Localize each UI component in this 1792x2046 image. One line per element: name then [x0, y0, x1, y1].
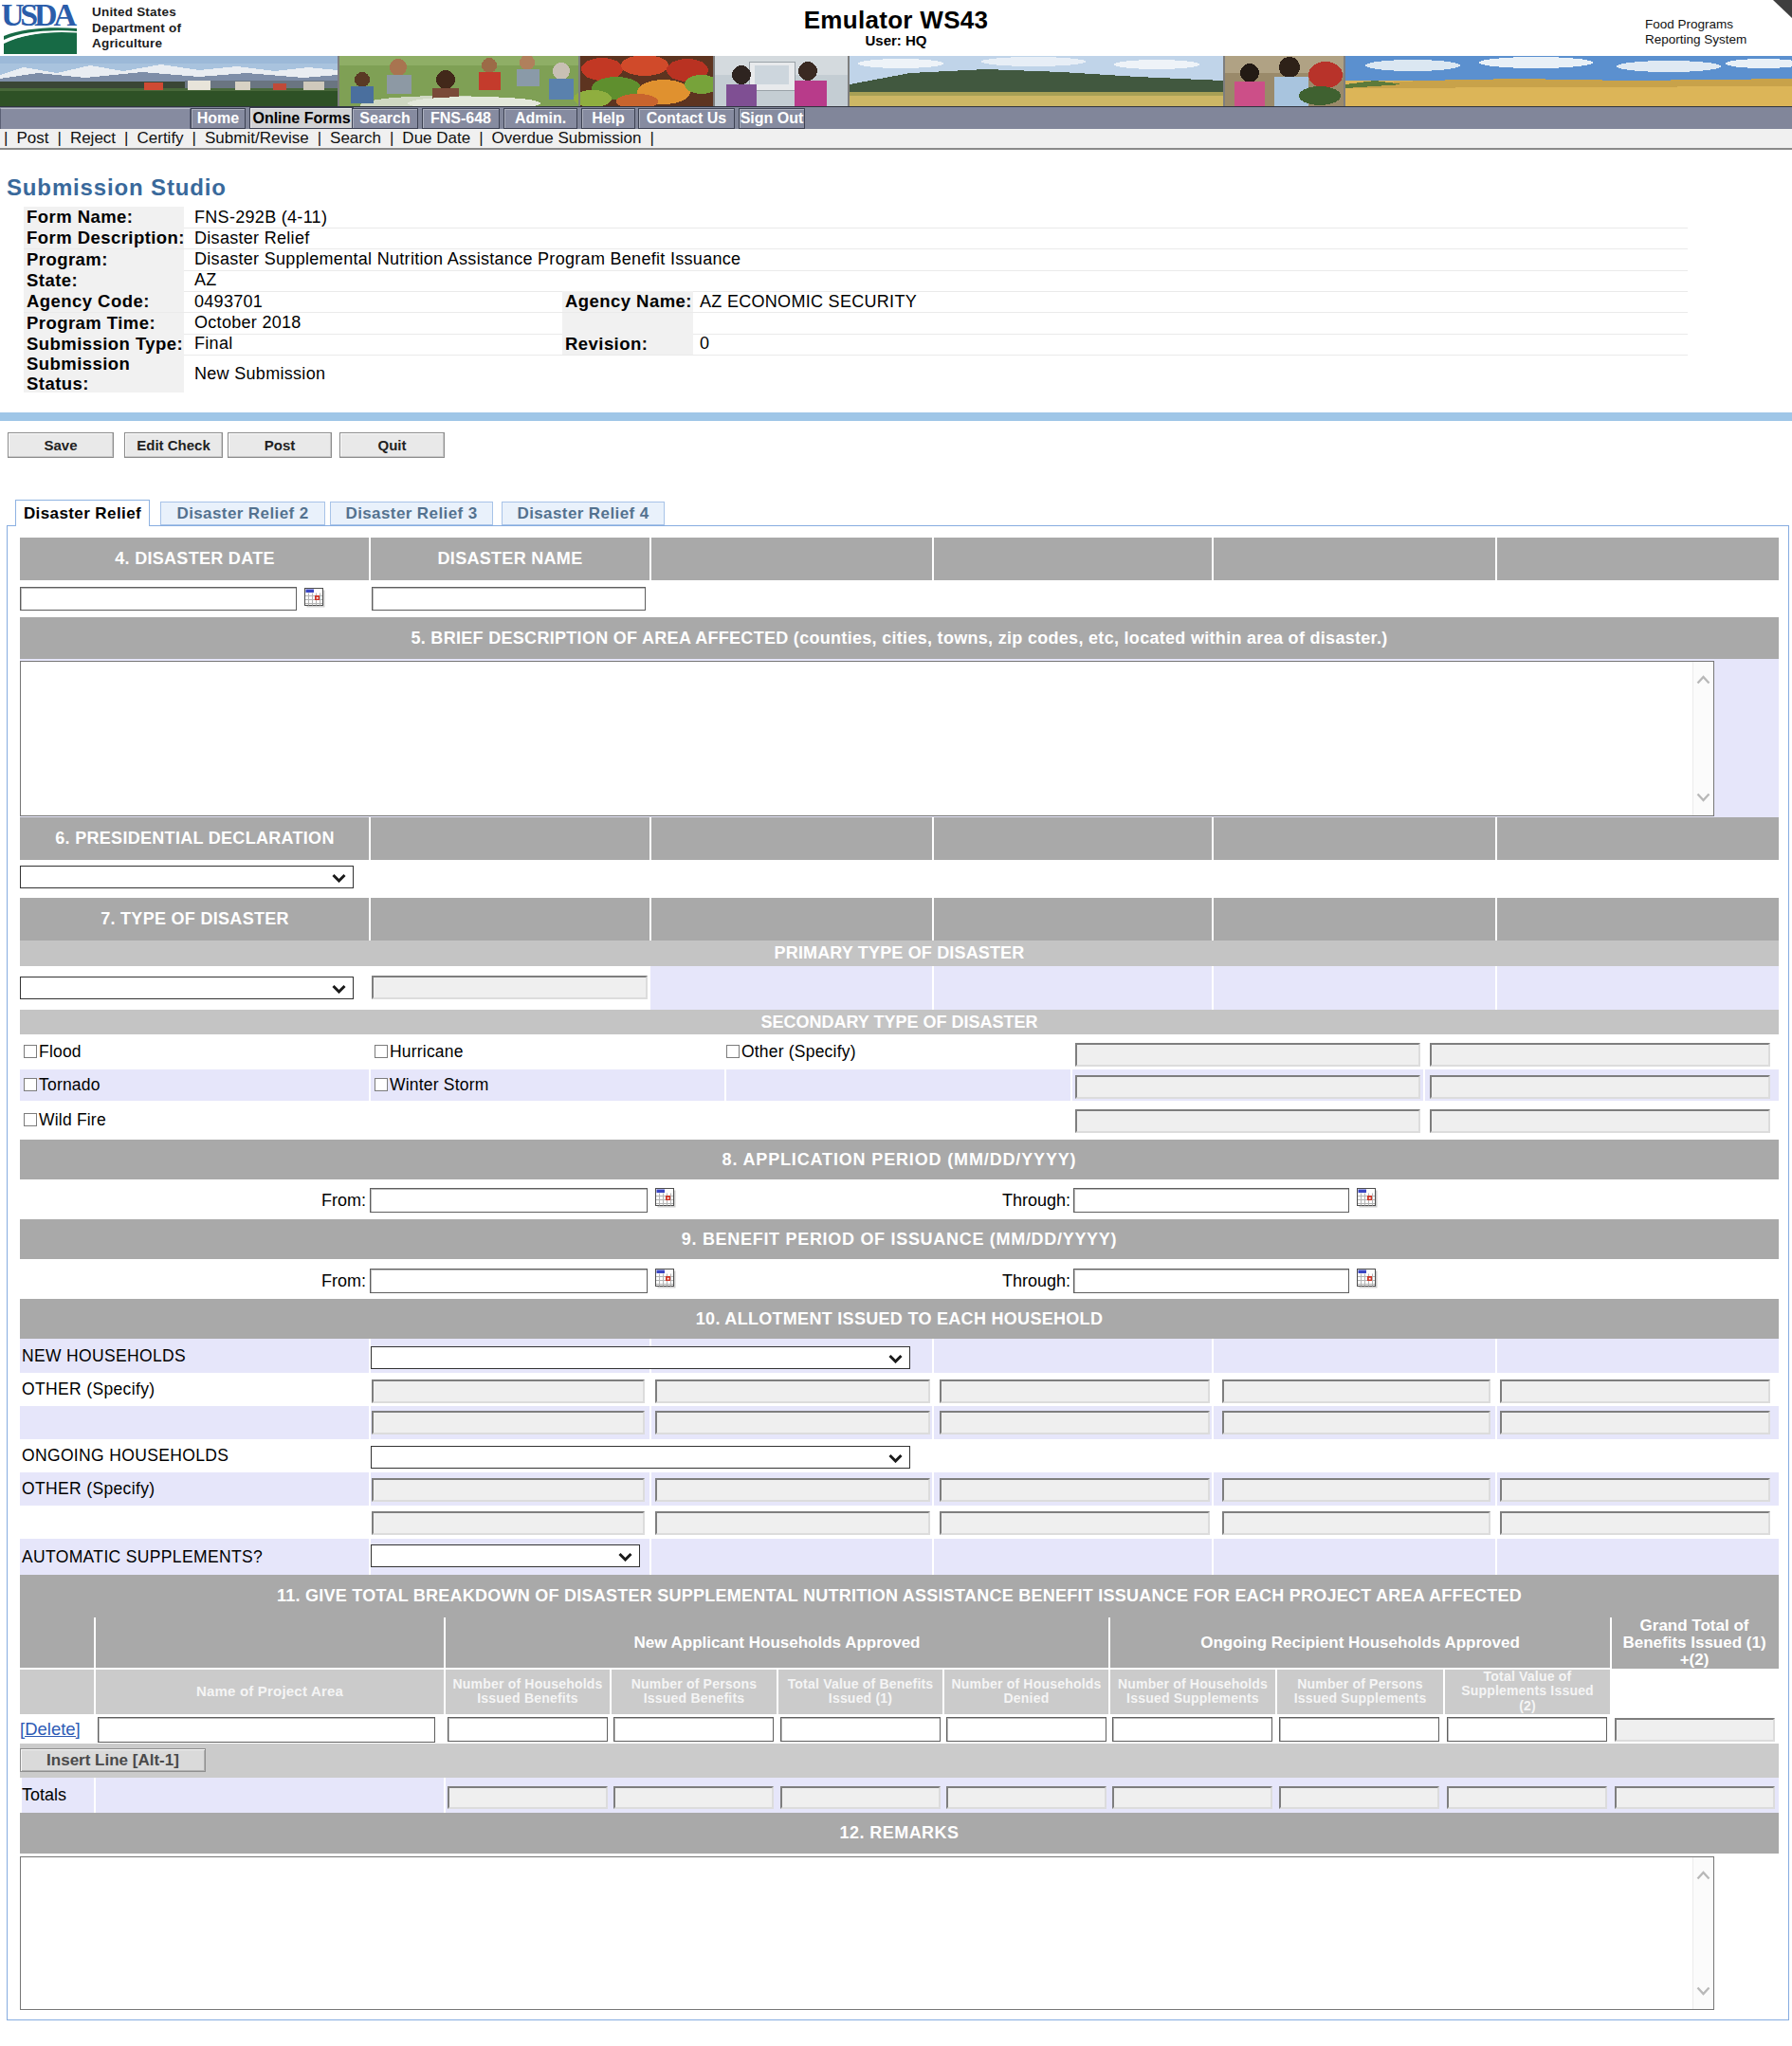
- svg-text:USDA: USDA: [2, 1, 77, 32]
